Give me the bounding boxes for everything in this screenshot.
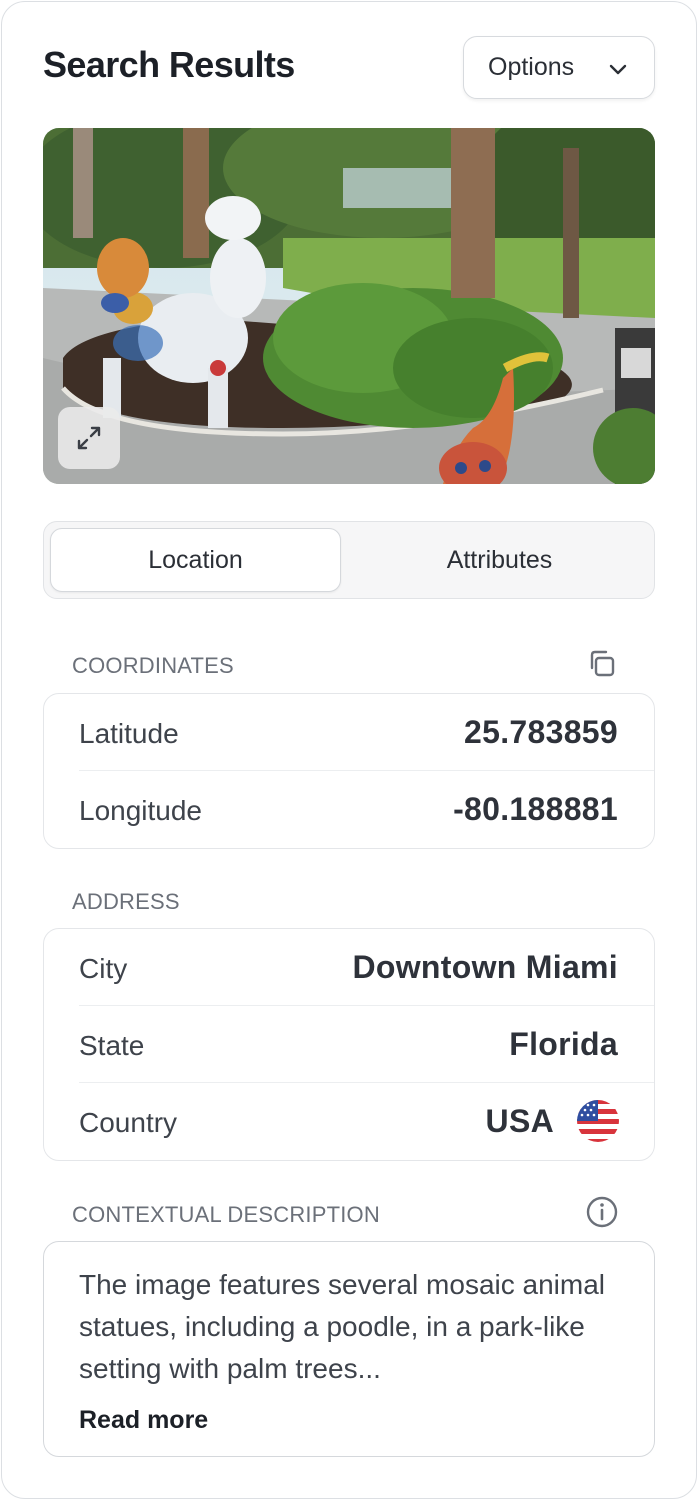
page-title: Search Results [43, 44, 295, 85]
address-section-label: ADDRESS [72, 889, 180, 914]
tab-attributes[interactable]: Attributes [354, 528, 645, 592]
options-button[interactable]: Options [463, 36, 655, 99]
city-label: City [79, 953, 128, 984]
coordinates-section-label: COORDINATES [72, 653, 234, 678]
description-text: The image features several mosaic animal… [79, 1269, 606, 1384]
us-flag-icon [577, 1100, 619, 1142]
address-group: City Downtown Miami State Florida Countr… [43, 928, 655, 1161]
city-value: Downtown Miami [352, 949, 618, 985]
latitude-value: 25.783859 [464, 714, 618, 750]
country-label: Country [79, 1107, 178, 1138]
result-photo[interactable] [43, 128, 655, 484]
park-scene-image [43, 128, 655, 484]
result-tabs: Location Attributes [43, 521, 655, 599]
expand-icon [77, 426, 101, 450]
latitude-label: Latitude [79, 718, 179, 749]
address-row-city: City Downtown Miami [79, 929, 654, 1006]
coordinate-row-latitude: Latitude 25.783859 [79, 694, 654, 771]
state-label: State [79, 1030, 145, 1061]
country-value: USA [485, 1103, 554, 1139]
longitude-label: Longitude [79, 795, 203, 826]
info-icon[interactable] [584, 1194, 620, 1230]
longitude-value: -80.188881 [453, 791, 618, 827]
coordinates-group: Latitude 25.783859 Longitude -80.188881 [43, 693, 655, 849]
state-value: Florida [509, 1026, 618, 1062]
chevron-down-icon [609, 64, 627, 75]
options-label: Options [488, 53, 575, 81]
address-row-state: State Florida [79, 1005, 654, 1082]
tab-location[interactable]: Location [50, 528, 341, 592]
description-box: The image features several mosaic animal… [43, 1241, 655, 1457]
address-row-country: Country USA [79, 1082, 654, 1159]
expand-image-button[interactable] [58, 407, 120, 469]
copy-icon[interactable] [584, 646, 620, 682]
read-more-link[interactable]: Read more [79, 1406, 208, 1435]
header: Search Results Options [43, 36, 655, 100]
coordinate-row-longitude: Longitude -80.188881 [79, 770, 654, 847]
description-section-label: CONTEXTUAL DESCRIPTION [72, 1202, 380, 1227]
